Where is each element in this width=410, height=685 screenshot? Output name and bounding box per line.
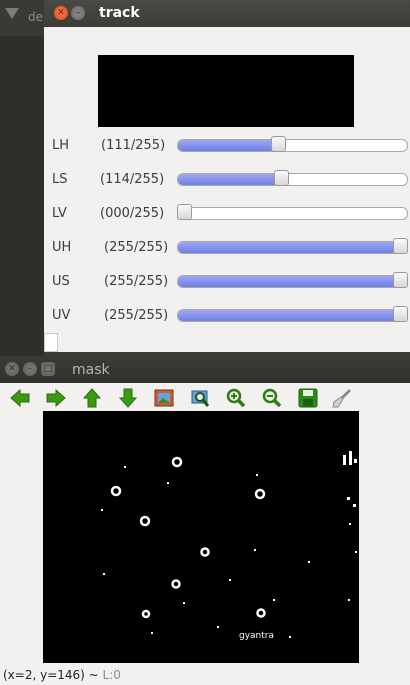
zoom-fit-icon[interactable]: [189, 387, 211, 409]
arrow-right-icon[interactable]: [45, 387, 67, 409]
trackbar-row-lv: LV (000/255): [44, 202, 410, 226]
close-button[interactable]: ✕: [54, 6, 68, 20]
trackbar-handle[interactable]: [393, 238, 408, 254]
trackbar-label: LV: [52, 206, 67, 221]
brush-icon[interactable]: [331, 387, 353, 409]
trackbar-label: US: [52, 274, 70, 289]
track-titlebar[interactable]: ✕ – track: [44, 0, 410, 27]
trackbar-fill: [178, 140, 278, 151]
trackbar-slider[interactable]: [177, 309, 408, 322]
arrow-down-icon[interactable]: [117, 387, 139, 409]
background-window-body: [0, 36, 44, 356]
window-menu-icon[interactable]: [5, 8, 19, 19]
mask-window: ✕ – □ mask gyantra (x=2, y=146) ~ L:0: [0, 356, 410, 685]
trackbar-row-uv: UV (255/255): [44, 304, 410, 328]
mask-titlebar[interactable]: ✕ – □ mask: [0, 356, 410, 383]
status-text: (x=2, y=146) ~ L:0: [3, 668, 121, 682]
trackbar-label: LH: [52, 138, 70, 153]
trackbar-fill: [178, 310, 404, 321]
trackbar-label: LS: [52, 172, 68, 187]
track-window: ✕ – track LH (111/255) LS (114/255) LV (…: [44, 0, 410, 352]
arrow-left-icon[interactable]: [9, 387, 31, 409]
trackbar-slider[interactable]: [177, 139, 408, 152]
maximize-button[interactable]: □: [41, 362, 55, 376]
trackbar-value: (111/255): [101, 138, 166, 153]
trackbar-fill: [178, 242, 404, 253]
zoom-in-icon[interactable]: [225, 387, 247, 409]
trackbar-handle[interactable]: [393, 272, 408, 288]
trackbar-row-lh: LH (111/255): [44, 134, 410, 158]
trackbar-handle[interactable]: [393, 306, 408, 322]
image-icon[interactable]: [153, 387, 175, 409]
track-body: LH (111/255) LS (114/255) LV (000/255) U…: [44, 27, 410, 352]
trackbar-handle[interactable]: [271, 136, 286, 152]
status-level: L:0: [102, 668, 121, 682]
trackbar-row-us: US (255/255): [44, 270, 410, 294]
status-coords: (x=2, y=146) ~: [3, 668, 99, 682]
trackbar-slider[interactable]: [177, 207, 408, 220]
minimize-button[interactable]: –: [71, 6, 85, 20]
background-window-title: de: [28, 10, 43, 24]
minimize-button[interactable]: –: [23, 362, 37, 376]
watermark-text: gyantra: [239, 631, 274, 641]
track-image: [98, 55, 354, 127]
zoom-out-icon[interactable]: [261, 387, 283, 409]
window-title: track: [99, 5, 140, 21]
close-button[interactable]: ✕: [5, 362, 19, 376]
trackbar-slider[interactable]: [177, 275, 408, 288]
mask-statusbar: (x=2, y=146) ~ L:0: [0, 666, 410, 685]
track-statusbar: [44, 333, 58, 352]
trackbar-value: (255/255): [104, 274, 169, 289]
trackbar-value: (000/255): [100, 206, 165, 221]
trackbar-value: (255/255): [104, 240, 169, 255]
trackbar-label: UH: [52, 240, 72, 255]
trackbar-fill: [178, 276, 404, 287]
mask-image: gyantra: [43, 411, 359, 663]
trackbar-row-uh: UH (255/255): [44, 236, 410, 260]
trackbar-slider[interactable]: [177, 173, 408, 186]
trackbar-row-ls: LS (114/255): [44, 168, 410, 192]
trackbar-slider[interactable]: [177, 241, 408, 254]
mask-toolbar: [0, 383, 410, 413]
save-icon[interactable]: [297, 387, 319, 409]
arrow-up-icon[interactable]: [81, 387, 103, 409]
window-title: mask: [72, 362, 110, 378]
trackbar-value: (114/255): [100, 172, 165, 187]
trackbar-label: UV: [52, 308, 71, 323]
trackbar-value: (255/255): [104, 308, 169, 323]
trackbar-handle[interactable]: [177, 204, 192, 220]
trackbar-fill: [178, 174, 281, 185]
trackbar-handle[interactable]: [274, 170, 289, 186]
